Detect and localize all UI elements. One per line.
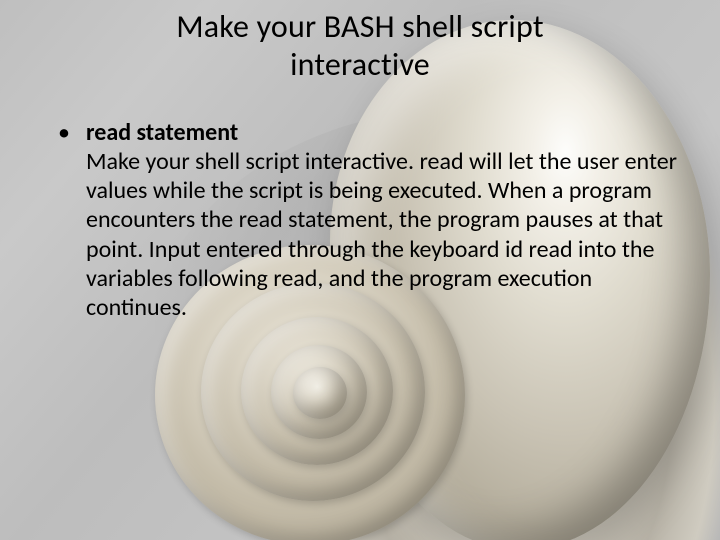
title-line-1: Make your BASH shell script: [176, 7, 544, 46]
title-line-2: interactive: [290, 45, 430, 84]
bullet-term: read statement: [86, 118, 238, 147]
slide-content: Make your BASH shell script interactive …: [0, 0, 720, 540]
slide-body: read statement Make your shell script in…: [0, 84, 720, 323]
bullet-item: read statement Make your shell script in…: [62, 118, 684, 323]
slide-title: Make your BASH shell script interactive: [0, 0, 720, 84]
bullet-list: read statement Make your shell script in…: [62, 118, 684, 323]
bullet-description: Make your shell script interactive. read…: [86, 147, 684, 323]
